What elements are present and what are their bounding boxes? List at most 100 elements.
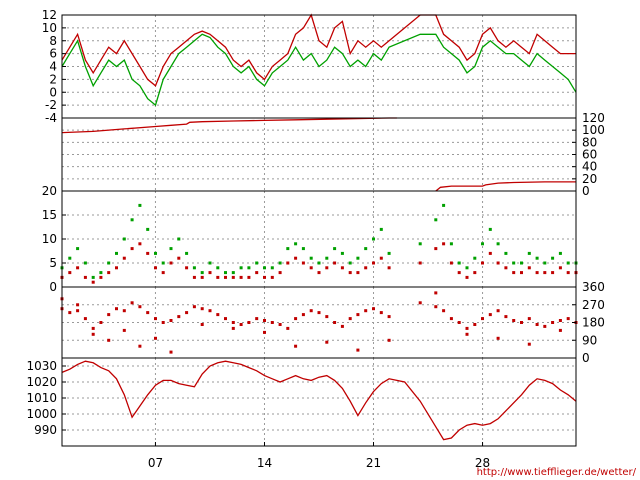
data-point: [154, 317, 157, 321]
data-point: [161, 321, 165, 324]
data-point: [200, 323, 204, 326]
data-point: [239, 275, 243, 279]
data-point: [527, 317, 531, 321]
data-point: [294, 242, 298, 246]
tick-label: -2: [45, 98, 57, 112]
tick-label: 60: [582, 148, 597, 162]
data-point: [551, 321, 555, 324]
data-point: [224, 271, 227, 275]
data-point: [333, 261, 337, 265]
tick-label: 2: [49, 72, 57, 86]
data-point: [333, 321, 337, 324]
data-point: [465, 332, 469, 336]
data-point: [535, 323, 539, 326]
data-point: [185, 266, 189, 270]
data-point: [372, 237, 375, 241]
data-point: [379, 311, 383, 315]
data-point: [387, 251, 391, 255]
tick-label: 180: [582, 316, 605, 330]
data-point: [107, 271, 111, 275]
tick-label: 40: [582, 160, 597, 174]
data-point: [481, 242, 484, 246]
panel-frame: [61, 357, 577, 447]
tick-label: 1030: [26, 359, 57, 373]
data-point: [481, 261, 484, 265]
data-point: [161, 261, 165, 265]
data-point: [301, 261, 305, 265]
data-point: [263, 330, 266, 334]
data-point: [434, 247, 438, 251]
weather-chart: -4-2024681012020406080100120051015200901…: [26, 8, 637, 478]
tick-label: 20: [42, 184, 57, 198]
data-point: [115, 251, 118, 255]
data-point: [387, 315, 391, 319]
credit-link[interactable]: http://www.tiefflieger.de/wetter/: [477, 467, 637, 478]
data-point: [107, 313, 111, 317]
data-point: [496, 309, 500, 313]
tick-label: 5: [49, 256, 57, 270]
data-point: [512, 319, 516, 322]
data-point: [504, 251, 508, 255]
data-point: [457, 261, 461, 265]
tick-label: 15: [42, 208, 57, 222]
data-point: [348, 317, 352, 321]
data-point: [527, 266, 531, 270]
data-point: [364, 266, 368, 270]
data-point: [457, 321, 461, 324]
data-point: [488, 251, 492, 255]
data-point: [99, 275, 103, 279]
data-point: [356, 271, 360, 275]
data-point: [535, 271, 539, 275]
data-point: [216, 266, 220, 270]
data-point: [496, 336, 500, 340]
data-point: [325, 315, 329, 319]
data-point: [247, 321, 251, 324]
data-point: [192, 305, 196, 309]
data-point: [504, 266, 508, 270]
data-point: [200, 271, 204, 275]
data-point: [340, 251, 344, 255]
data-point: [208, 261, 212, 265]
data-point: [270, 321, 274, 324]
data-point: [317, 271, 321, 275]
data-point: [309, 256, 313, 260]
data-point: [286, 326, 290, 330]
data-point: [263, 319, 266, 322]
data-point: [286, 261, 290, 265]
data-point: [83, 317, 87, 321]
data-point: [294, 317, 298, 321]
tick-label: 07: [148, 456, 163, 470]
data-point: [325, 266, 329, 270]
data-point: [325, 256, 329, 260]
data-point: [169, 319, 173, 322]
data-point: [566, 317, 570, 321]
data-point: [551, 256, 555, 260]
data-point: [387, 266, 391, 270]
data-point: [364, 247, 368, 251]
data-point: [185, 311, 189, 315]
data-point: [294, 344, 298, 348]
data-point: [543, 271, 547, 275]
data-point: [527, 251, 531, 255]
data-point: [231, 275, 235, 279]
data-point: [473, 323, 477, 326]
tick-label: 360: [582, 280, 605, 294]
panel-4: 0 90 180 270 360: [60, 280, 605, 365]
data-point: [449, 261, 453, 265]
data-point: [83, 275, 87, 279]
data-point: [208, 309, 212, 313]
data-point: [122, 328, 126, 332]
data-point: [177, 237, 181, 241]
data-point: [566, 271, 570, 275]
data-point: [146, 251, 150, 255]
data-point: [185, 251, 189, 255]
data-point: [231, 271, 235, 275]
data-point: [465, 266, 469, 270]
data-point: [301, 313, 305, 317]
data-point: [325, 340, 329, 344]
data-point: [91, 332, 95, 336]
data-point: [434, 218, 438, 222]
data-point: [122, 309, 126, 313]
tick-label: 10: [42, 21, 57, 35]
data-point: [434, 291, 438, 295]
